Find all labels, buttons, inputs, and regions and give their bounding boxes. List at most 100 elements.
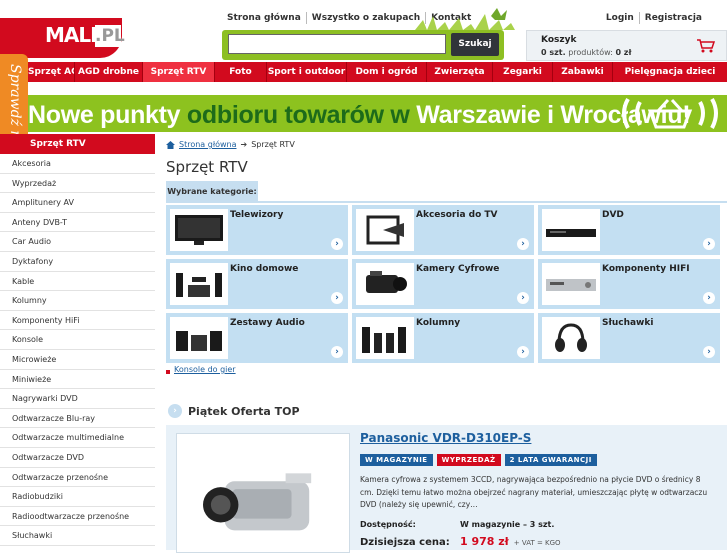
menu-item-zegarki[interactable]: Zegarki — [493, 62, 553, 82]
menu-item-foto[interactable]: Foto — [215, 62, 267, 82]
banner-text: Nowe punkty odbioru towarów w Warszawie … — [28, 101, 691, 129]
sidebar-item[interactable]: Kolumny — [0, 291, 155, 311]
category-label: Telewizory — [230, 210, 284, 220]
category-label: Słuchawki — [602, 318, 654, 328]
category-tile[interactable]: Słuchawki › — [538, 313, 720, 363]
menu-item-sport[interactable]: Sport i outdoor — [267, 62, 347, 82]
search-input[interactable] — [228, 34, 446, 54]
category-label: Akcesoria do TV — [416, 210, 498, 220]
category-label: Komponenty HIFI — [602, 264, 690, 274]
sidebar-item[interactable]: Wyprzedaż — [0, 174, 155, 194]
nav-about-shopping-link[interactable]: Wszystko o zakupach — [307, 12, 427, 24]
menu-item-rtv[interactable]: Sprzęt RTV — [143, 62, 215, 82]
speakers-image — [356, 317, 414, 359]
menu-item-agd-drobne[interactable]: AGD drobne — [75, 62, 143, 82]
offer-badges: W MAGAZYNIE WYPRZEDAŻ 2 LATA GWARANCJI — [360, 454, 597, 466]
sidebar-item[interactable]: Komponenty HiFi — [0, 311, 155, 331]
badge-sale: WYPRZEDAŻ — [436, 454, 501, 466]
chevron-right-icon: › — [517, 292, 529, 304]
logo-brand: MALL — [45, 23, 103, 47]
bullet-icon — [166, 369, 170, 374]
camcorder-product-image[interactable] — [176, 433, 350, 553]
headphones-image — [542, 317, 600, 359]
offer-product-link[interactable]: Panasonic VDR-D310EP-S — [360, 431, 531, 445]
sidebar-item[interactable]: Car Audio — [0, 232, 155, 252]
sidebar-item[interactable]: Akcesoria — [0, 154, 155, 174]
availability-label: Dostępność: — [360, 520, 416, 529]
sidebar-item[interactable]: Amplitunery AV — [0, 193, 155, 213]
top-offer-box: Panasonic VDR-D310EP-S W MAGAZYNIE WYPRZ… — [166, 425, 727, 553]
logo-tld: .PL — [95, 25, 125, 47]
category-label: Kolumny — [416, 318, 461, 328]
sidebar-item[interactable]: Miniwieże — [0, 370, 155, 390]
cart-products-label: produktów: — [568, 48, 613, 57]
search-button[interactable]: Szukaj — [451, 33, 499, 56]
consoles-link[interactable]: Konsole do gier — [166, 365, 236, 374]
consoles-link-label: Konsole do gier — [174, 365, 236, 374]
camcorder-image — [356, 263, 414, 305]
tab-bar: Wybrane kategorie: — [166, 181, 727, 203]
nav-home-link[interactable]: Strona główna — [222, 12, 307, 24]
offer-description: Kamera cyfrowa z systemem 3CCD, nagrywaj… — [360, 475, 708, 509]
sidebar-item[interactable]: Słuchawki — [0, 526, 155, 546]
menu-item-dom-ogrod[interactable]: Dom i ogród — [347, 62, 427, 82]
grass-decoration — [415, 8, 525, 30]
account-links: Login Registracja — [601, 12, 707, 24]
badge-warranty: 2 LATA GWARANCJI — [504, 454, 597, 466]
chevron-right-icon: › — [331, 292, 343, 304]
sidebar-item[interactable]: Odtwarzacze DVD — [0, 448, 155, 468]
category-tile[interactable]: Kamery Cyfrowe › — [352, 259, 534, 309]
sidebar-item[interactable]: Dyktafony — [0, 252, 155, 272]
breadcrumb-arrow-icon: ➔ — [240, 140, 248, 149]
login-link[interactable]: Login — [601, 12, 640, 24]
sidebar: Sprzęt RTV Akcesoria Wyprzedaż Amplitune… — [0, 134, 155, 546]
promo-banner[interactable]: Nowe punkty odbioru towarów w Warszawie … — [0, 95, 727, 132]
dvd-player-image — [542, 209, 600, 251]
category-label: Kamery Cyfrowe — [416, 264, 500, 274]
sidebar-item[interactable]: Odtwarzacze Blu-ray — [0, 409, 155, 429]
tv-image — [170, 209, 228, 251]
category-tile[interactable]: Akcesoria do TV › — [352, 205, 534, 255]
sidebar-item[interactable]: Nagrywarki DVD — [0, 389, 155, 409]
menu-item-zabawki[interactable]: Zabawki — [553, 62, 613, 82]
tab-selected-categories[interactable]: Wybrane kategorie: — [166, 181, 258, 203]
header: MALL .PL Strona główna Wszystko o zakupa… — [0, 0, 727, 62]
audio-set-image — [170, 317, 228, 359]
mall-logo[interactable]: MALL .PL — [0, 18, 125, 58]
sidebar-title: Sprzęt RTV — [0, 134, 155, 154]
sidebar-item[interactable]: Odtwarzacze multimedialne — [0, 428, 155, 448]
cart-icon — [697, 39, 715, 53]
chevron-right-icon: › — [331, 238, 343, 250]
banner-text-part1: Nowe punkty — [28, 101, 187, 129]
category-tile[interactable]: DVD › — [538, 205, 720, 255]
menu-item-pielegnacja[interactable]: Pielęgnacja dzieci — [613, 62, 727, 82]
category-tile[interactable]: Telewizory › — [166, 205, 348, 255]
category-tile[interactable]: Zestawy Audio › — [166, 313, 348, 363]
breadcrumb-current: Sprzęt RTV — [251, 140, 295, 149]
register-link[interactable]: Registracja — [640, 12, 707, 24]
sidebar-item[interactable]: Radiobudziki — [0, 487, 155, 507]
sidebar-item[interactable]: Odtwarzacze przenośne — [0, 468, 155, 488]
breadcrumb: Strona główna ➔ Sprzęt RTV — [166, 140, 295, 149]
category-tile[interactable]: Kolumny › — [352, 313, 534, 363]
cart-total: 0 zł — [615, 48, 632, 57]
price-value: 1 978 zł — [460, 535, 509, 548]
chevron-right-icon: › — [703, 238, 715, 250]
category-menu: Sprzęt AGD AGD drobne Sprzęt RTV Foto Sp… — [0, 62, 727, 82]
sidebar-item[interactable]: Konsole — [0, 330, 155, 350]
hifi-component-image — [542, 263, 600, 305]
sidebar-item[interactable]: Microwieże — [0, 350, 155, 370]
category-tile[interactable]: Kino domowe › — [166, 259, 348, 309]
breadcrumb-home-link[interactable]: Strona główna — [179, 140, 237, 149]
chevron-right-icon: › — [703, 292, 715, 304]
chevron-right-icon: › — [168, 404, 182, 418]
category-tile[interactable]: Komponenty HIFI › — [538, 259, 720, 309]
menu-item-zwierzeta[interactable]: Zwierzęta — [427, 62, 493, 82]
cart-box[interactable]: Koszyk 0 szt. produktów: 0 zł — [526, 30, 727, 61]
sidebar-item[interactable]: Radioodtwarzacze przenośne — [0, 507, 155, 527]
sidebar-item[interactable]: Anteny DVB-T — [0, 213, 155, 233]
category-label: DVD — [602, 210, 624, 220]
sidebar-item[interactable]: Kable — [0, 272, 155, 292]
offer-heading: › Piątek Oferta TOP — [168, 404, 300, 418]
chevron-right-icon: › — [331, 346, 343, 358]
